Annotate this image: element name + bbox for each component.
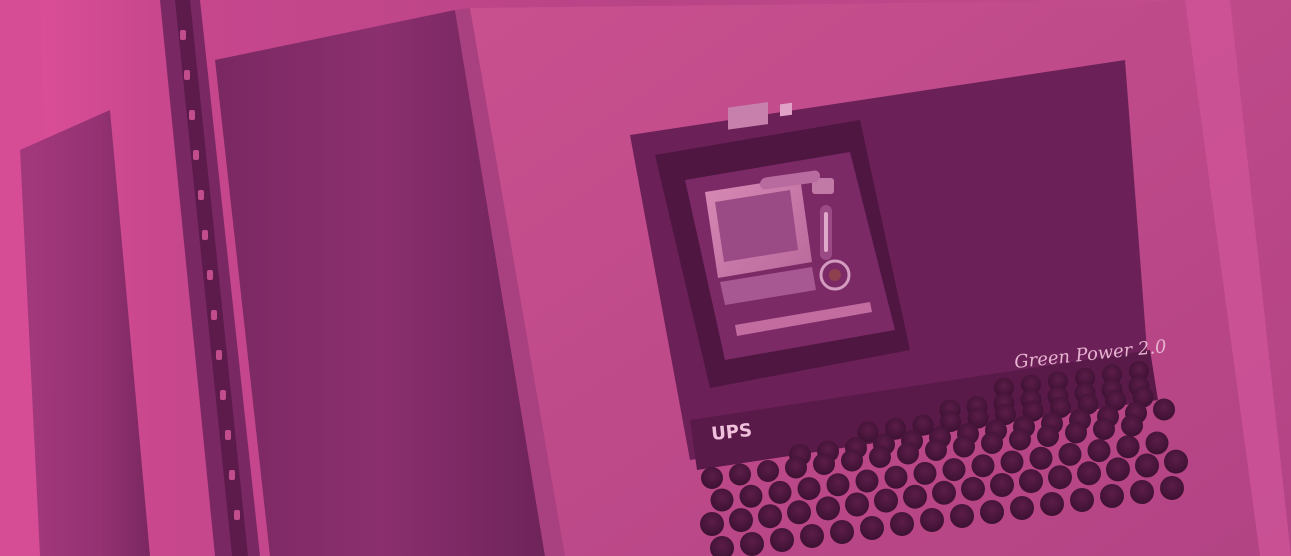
grille-hole bbox=[785, 456, 807, 479]
grille-hole bbox=[884, 465, 908, 489]
grille-hole bbox=[729, 463, 751, 486]
grille-hole bbox=[1106, 457, 1130, 482]
grille-hole bbox=[845, 492, 869, 517]
grille-hole bbox=[953, 435, 975, 458]
grille-hole bbox=[1100, 484, 1124, 508]
grille-hole bbox=[770, 528, 794, 552]
grille-hole bbox=[1065, 421, 1087, 444]
grille-hole bbox=[932, 480, 956, 505]
grille-hole bbox=[990, 473, 1014, 497]
grille-hole bbox=[700, 512, 724, 536]
grille-hole bbox=[1093, 418, 1115, 440]
grille-hole bbox=[739, 484, 763, 508]
grille-hole bbox=[874, 488, 898, 513]
grille-hole bbox=[1058, 442, 1082, 466]
grille-hole bbox=[1019, 469, 1043, 494]
hero-photo: Green Power 2.0 UPS bbox=[0, 0, 1291, 556]
grille-hole bbox=[1000, 450, 1024, 474]
grille-hole bbox=[1040, 492, 1064, 516]
grille-hole bbox=[961, 476, 985, 501]
grille-hole bbox=[1153, 398, 1175, 421]
ups-label: UPS bbox=[710, 420, 753, 445]
grille-hole bbox=[800, 524, 824, 548]
grille-hole bbox=[1048, 465, 1072, 490]
grille-hole bbox=[971, 454, 995, 478]
grille-hole bbox=[797, 477, 821, 501]
grille-hole bbox=[1009, 428, 1031, 451]
grille-hole bbox=[1130, 480, 1154, 504]
grille-hole bbox=[950, 504, 974, 528]
grille-hole bbox=[1037, 425, 1059, 447]
grille-hole bbox=[1164, 449, 1188, 474]
grille-hole bbox=[925, 439, 947, 461]
grille-hole bbox=[869, 446, 891, 468]
grille-hole bbox=[942, 458, 966, 482]
grille-hole bbox=[826, 473, 850, 497]
grille-hole bbox=[701, 467, 723, 489]
grille-hole bbox=[920, 508, 944, 532]
grille-hole bbox=[1087, 439, 1111, 463]
grille-hole bbox=[1121, 414, 1143, 437]
grille-hole bbox=[981, 432, 1003, 454]
grille-hole bbox=[903, 484, 927, 509]
grille-hole bbox=[860, 516, 884, 540]
grille-hole bbox=[1135, 453, 1159, 478]
grille-hole bbox=[913, 461, 937, 485]
grille-hole bbox=[1029, 446, 1053, 470]
grille-hole bbox=[980, 500, 1004, 524]
grille-hole bbox=[1077, 461, 1101, 486]
grille-hole bbox=[830, 520, 854, 544]
grille-hole bbox=[787, 500, 811, 525]
grille-hole bbox=[897, 442, 919, 465]
grille-hole bbox=[816, 496, 840, 521]
grille-hole bbox=[710, 488, 734, 512]
grille-hole bbox=[768, 480, 792, 504]
grille-hole bbox=[890, 512, 914, 536]
grille-hole bbox=[1160, 476, 1184, 500]
grille-hole bbox=[1010, 496, 1034, 520]
grille-hole bbox=[1070, 488, 1094, 512]
grille-hole bbox=[1116, 435, 1140, 459]
grille-hole bbox=[813, 453, 835, 475]
grille-hole bbox=[729, 508, 753, 533]
grille-hole bbox=[757, 460, 779, 482]
grille-hole bbox=[855, 469, 879, 493]
grille-hole bbox=[841, 449, 863, 472]
grille-hole bbox=[758, 504, 782, 529]
grille-hole bbox=[740, 532, 764, 556]
grille-hole bbox=[1145, 431, 1169, 455]
